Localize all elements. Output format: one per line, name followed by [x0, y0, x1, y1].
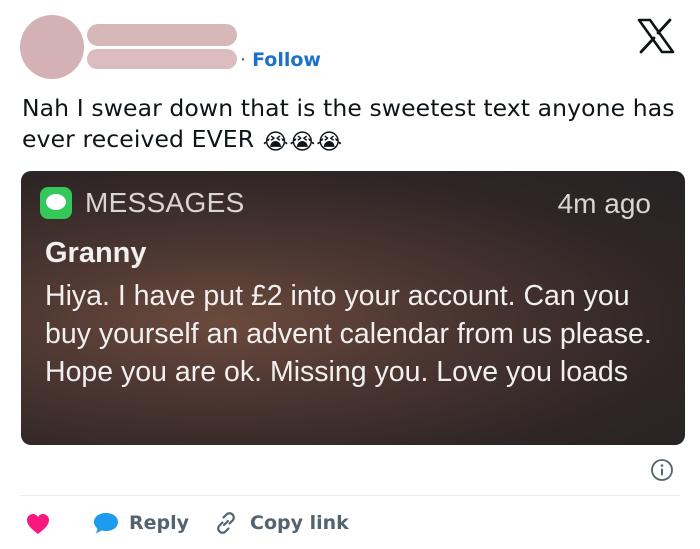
follow-separator: · — [240, 49, 247, 71]
action-bar: Reply Copy link — [0, 500, 700, 545]
notification-sender: Granny — [45, 237, 147, 269]
copy-link-label: Copy link — [250, 512, 349, 534]
speech-bubble-icon — [94, 513, 118, 534]
notification-body: Hiya. I have put £2 into your account. C… — [45, 280, 652, 388]
redacted-username — [87, 49, 237, 69]
crying-face-emoji: 😭 — [316, 130, 343, 155]
avatar[interactable] — [20, 15, 84, 79]
follow-button[interactable]: Follow — [252, 49, 321, 71]
info-icon[interactable] — [650, 458, 674, 482]
heart-icon[interactable] — [26, 513, 50, 535]
notification-app-name: MESSAGES — [85, 187, 245, 218]
x-logo-icon[interactable] — [636, 18, 676, 54]
redacted-display-name — [87, 24, 237, 46]
post-body-text: Nah I swear down that is the sweetest te… — [22, 94, 675, 153]
crying-face-emoji: 😭 — [262, 130, 289, 155]
divider — [20, 495, 680, 496]
copy-link-button[interactable]: Copy link — [213, 508, 349, 538]
messages-app-icon — [40, 187, 72, 219]
embedded-notification-image[interactable]: MESSAGES 4m ago Granny Hiya. I have put … — [21, 171, 685, 445]
post-header: · Follow — [0, 0, 700, 90]
reply-label: Reply — [129, 512, 190, 534]
notification-time: 4m ago — [557, 188, 651, 219]
post-text: Nah I swear down that is the sweetest te… — [22, 93, 682, 155]
link-icon — [217, 512, 235, 534]
reply-button[interactable]: Reply — [92, 508, 189, 538]
crying-face-emoji: 😭 — [289, 130, 316, 155]
follow-control: · Follow — [240, 48, 321, 72]
